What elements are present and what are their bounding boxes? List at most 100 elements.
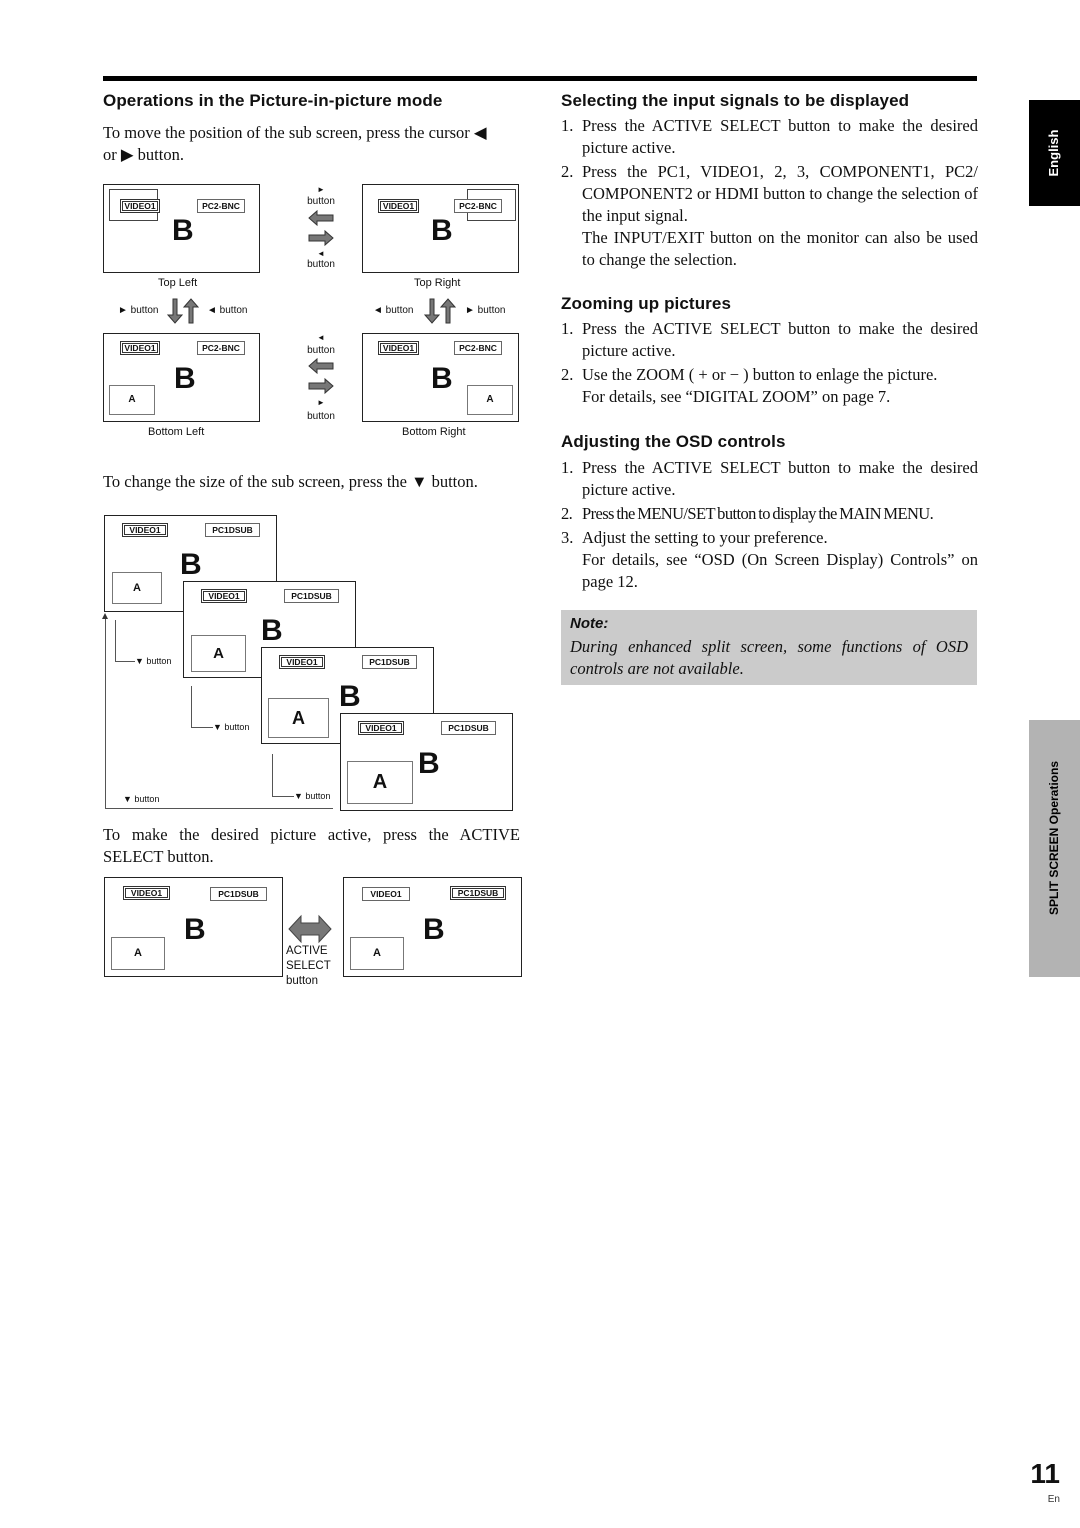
right-arrow-glyph: ► [317,185,325,194]
connector-line [272,754,273,797]
language-tab: English [1029,100,1080,206]
item-text: Press the ACTIVE SELECT button to make t… [582,319,978,360]
right-arrow-glyph: ► [317,398,325,407]
pc2-label: PC2-BNC [197,199,245,213]
item-number: 1. [561,116,574,135]
list-item: 1. Press the ACTIVE SELECT button to mak… [561,115,978,159]
up-down-arrows-icon [166,298,200,324]
caption-line: ACTIVE [286,945,328,957]
video1-label: VIDEO1 [120,341,160,355]
top-rule [103,76,977,81]
move-instruction: To move the position of the sub screen, … [103,122,521,166]
double-arrow-icon [288,914,332,944]
screen-bottom-right: VIDEO1 PC2-BNC B A [362,333,519,422]
up-down-arrows-icon [423,298,457,324]
pc2-label: PC2-BNC [197,341,245,355]
right-button-label: ► button [118,305,159,316]
down-button-label: ▼ button [294,791,331,801]
pc1-label: PC1DSUB [441,721,496,735]
button-label: button [307,196,335,207]
pc1-label: PC1DSUB [450,886,506,900]
left-button-label: ◄ button [207,305,248,316]
connector-line [115,620,116,662]
sub-picture-a: A [109,385,155,415]
note-text: During enhanced split screen, some funct… [570,637,968,678]
item-number: 1. [561,319,574,338]
main-picture-b: B [174,362,196,395]
video1-label: VIDEO1 [279,655,325,669]
down-button-label: ▼ button [123,794,160,804]
item-extra-text: For details, see “DIGITAL ZOOM” on page … [582,387,891,406]
item-number: 2. [561,365,574,384]
item-extra-text: For details, see “OSD (On Screen Display… [582,550,978,591]
active-instruction-line-2: SELECT button. [103,847,214,866]
down-button-label: ▼ button [213,722,250,732]
item-number: 1. [561,458,574,477]
sub-picture-a: A [111,937,165,970]
section-heading-zooming: Zooming up pictures [561,294,732,313]
connector-line [272,796,294,797]
list-item: 2. Press the MENU/SET button to display … [561,503,978,525]
note-title: Note: [570,615,609,632]
swap-arrows-icon [308,209,334,247]
left-button-label: ◄ button [373,305,414,316]
language-tab-label: English [1046,129,1061,177]
item-text: Press the ACTIVE SELECT button to make t… [582,458,978,499]
sub-picture-a: A [350,937,404,970]
caption-bottom-right: Bottom Right [402,426,466,438]
osd-list: 1. Press the ACTIVE SELECT button to mak… [561,457,978,593]
up-arrowhead-icon [102,613,108,619]
connector-line [191,727,213,728]
button-label: button [307,259,335,270]
connector-line [115,661,135,662]
note-box: Note: During enhanced split screen, some… [561,610,977,685]
caption-bottom-left: Bottom Left [148,426,205,438]
pc2-label: PC2-BNC [454,341,502,355]
item-number: 2. [561,504,573,523]
video1-label: VIDEO1 [378,199,419,213]
main-picture-b: B [339,680,361,713]
input-signals-list: 1. Press the ACTIVE SELECT button to mak… [561,115,978,271]
main-picture-b: B [172,214,194,247]
sub-picture-a: A [268,698,329,738]
main-picture-b: B [261,614,283,647]
list-item: 3. Adjust the setting to your preference… [561,527,978,593]
pc1-label: PC1DSUB [362,655,417,669]
section-heading-input-signals: Selecting the input signals to be displa… [561,91,910,110]
section-tab-label: SPLIT SCREEN Operations [1047,760,1061,916]
swap-arrows-icon [308,357,334,395]
main-picture-b: B [423,913,445,946]
list-item: 2. Use the ZOOM ( + or − ) button to enl… [561,364,978,408]
caption-top-right: Top Right [414,277,461,289]
item-extra-text: The INPUT/EXIT button on the monitor can… [582,228,978,269]
video1-label: VIDEO1 [201,589,247,603]
section-heading-osd: Adjusting the OSD controls [561,432,786,451]
active-instruction-line-1: To make the desired picture active, pres… [103,825,520,844]
right-button-label: ► button [465,305,506,316]
sub-picture-a: A [191,635,246,672]
main-picture-b: B [418,747,440,780]
main-picture-b: B [184,913,206,946]
caption-line: SELECT [286,960,331,972]
screen-active-pc1: VIDEO1 PC1DSUB B A [343,877,522,977]
screen-top-right: VIDEO1 PC2-BNC B [362,184,519,273]
left-arrow-glyph: ◄ [317,249,325,258]
item-number: 3. [561,528,574,547]
item-text: Use the ZOOM ( + or − ) button to enlage… [582,365,938,384]
move-instruction-line-2: or ▶ button. [103,145,184,164]
video1-label: VIDEO1 [122,523,168,537]
video1-label: VIDEO1 [120,199,160,213]
item-text: Adjust the setting to your preference. [582,528,828,547]
main-picture-b: B [431,214,453,247]
pc2-label: PC2-BNC [454,199,502,213]
list-item: 2. Press the PC1, VIDEO1, 2, 3, COMPONEN… [561,161,978,271]
screen-top-left: VIDEO1 PC2-BNC B [103,184,260,273]
button-label: button [307,345,335,356]
video1-label: VIDEO1 [358,721,404,735]
connector-line [191,686,192,728]
active-select-caption: ACTIVE SELECT button [286,944,331,989]
section-tab: SPLIT SCREEN Operations [1029,720,1080,977]
active-instruction: To make the desired picture active, pres… [103,824,520,868]
button-label: button [307,411,335,422]
screen-active-video: VIDEO1 PC1DSUB B A [104,877,283,977]
